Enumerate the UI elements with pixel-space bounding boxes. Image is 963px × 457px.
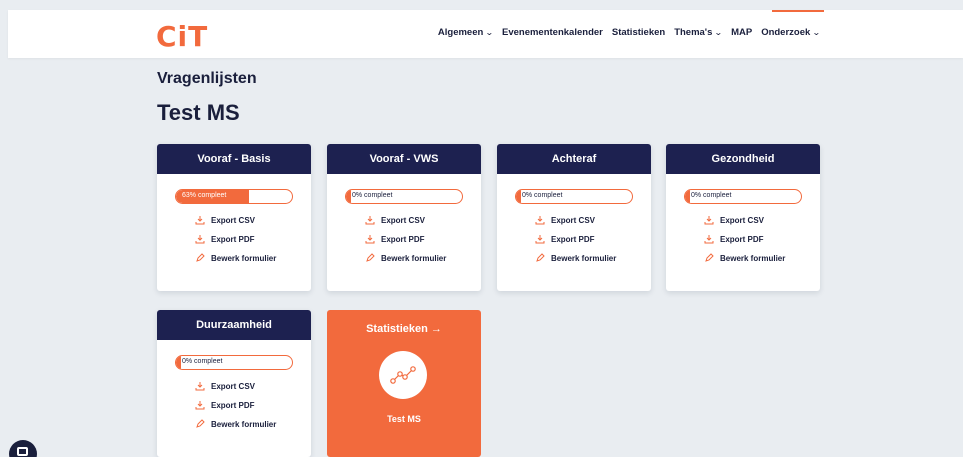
active-nav-indicator xyxy=(772,10,824,12)
nav-item-algemeen[interactable]: Algemeen ⌄ xyxy=(437,27,495,38)
cit-logo[interactable]: CiT xyxy=(156,20,208,53)
chevron-down-icon: ⌄ xyxy=(714,28,724,37)
nav-item-map[interactable]: MAP xyxy=(731,27,752,38)
questionnaire-card: Duurzaamheid 0% compleet Export CSV Expo… xyxy=(157,310,311,457)
nav-item-label: Onderzoek xyxy=(761,27,811,38)
breadcrumb[interactable]: Vragenlijsten xyxy=(157,70,257,88)
edit-form-button[interactable]: Bewerk formulier xyxy=(365,253,481,263)
download-icon xyxy=(195,235,205,244)
edit-form-label: Bewerk formulier xyxy=(211,253,277,263)
export-pdf-button[interactable]: Export PDF xyxy=(195,400,311,410)
card-title: Vooraf - VWS xyxy=(327,144,481,174)
edit-form-button[interactable]: Bewerk formulier xyxy=(704,253,820,263)
export-pdf-button[interactable]: Export PDF xyxy=(535,234,651,244)
chevron-down-icon: ⌄ xyxy=(485,28,495,37)
progress-fill xyxy=(346,190,351,203)
progress-bar: 0% compleet xyxy=(175,355,293,370)
nav-item-label: Algemeen xyxy=(437,27,484,38)
pencil-icon xyxy=(196,419,205,428)
page-title: Test MS xyxy=(157,100,240,125)
edit-form-label: Bewerk formulier xyxy=(211,419,277,429)
main-nav: Algemeen ⌄ Evenementenkalender Statistie… xyxy=(437,27,822,38)
export-csv-label: Export CSV xyxy=(211,381,256,391)
download-icon xyxy=(704,216,714,225)
progress-bar: 63% compleet xyxy=(175,189,293,204)
statistics-link[interactable]: Statistieken → xyxy=(327,323,481,335)
nav-item-label: Thema's xyxy=(674,27,713,38)
edit-form-button[interactable]: Bewerk formulier xyxy=(195,419,311,429)
progress-fill xyxy=(685,190,690,203)
download-icon xyxy=(535,235,545,244)
download-icon xyxy=(704,235,714,244)
card-title: Gezondheid xyxy=(666,144,820,174)
export-csv-label: Export CSV xyxy=(381,215,426,225)
download-icon xyxy=(195,401,205,410)
statistics-card[interactable]: Statistieken → Test MS xyxy=(327,310,481,457)
progress-label: 0% compleet xyxy=(182,358,223,365)
nav-item-onderzoek[interactable]: Onderzoek ⌄ xyxy=(761,27,822,38)
progress-bar: 0% compleet xyxy=(515,189,633,204)
questionnaire-card: Vooraf - VWS 0% compleet Export CSV Expo… xyxy=(327,144,481,291)
export-csv-button[interactable]: Export CSV xyxy=(195,215,311,225)
export-pdf-label: Export PDF xyxy=(551,234,595,244)
export-csv-button[interactable]: Export CSV xyxy=(365,215,481,225)
progress-fill xyxy=(516,190,521,203)
progress-label: 0% compleet xyxy=(352,192,393,199)
download-icon xyxy=(195,382,205,391)
pencil-icon xyxy=(366,253,375,262)
progress-label: 63% compleet xyxy=(182,192,227,199)
statistics-icon-circle xyxy=(379,351,427,399)
chat-widget-button[interactable] xyxy=(9,440,37,457)
nav-item-statistieken[interactable]: Statistieken xyxy=(612,27,665,38)
progress-bar: 0% compleet xyxy=(345,189,463,204)
export-pdf-button[interactable]: Export PDF xyxy=(365,234,481,244)
export-csv-button[interactable]: Export CSV xyxy=(195,381,311,391)
edit-form-button[interactable]: Bewerk formulier xyxy=(195,253,311,263)
download-icon xyxy=(365,216,375,225)
export-csv-button[interactable]: Export CSV xyxy=(704,215,820,225)
edit-form-label: Bewerk formulier xyxy=(720,253,786,263)
card-title: Duurzaamheid xyxy=(157,310,311,340)
export-pdf-button[interactable]: Export PDF xyxy=(704,234,820,244)
export-csv-label: Export CSV xyxy=(211,215,256,225)
export-pdf-label: Export PDF xyxy=(211,400,255,410)
chevron-down-icon: ⌄ xyxy=(812,28,822,37)
pencil-icon xyxy=(196,253,205,262)
nav-item-label: MAP xyxy=(731,27,753,38)
chat-icon xyxy=(17,447,28,456)
progress-fill xyxy=(176,356,181,369)
download-icon xyxy=(195,216,205,225)
questionnaire-card: Gezondheid 0% compleet Export CSV Export… xyxy=(666,144,820,291)
download-icon xyxy=(365,235,375,244)
export-pdf-button[interactable]: Export PDF xyxy=(195,234,311,244)
questionnaire-card: Vooraf - Basis 63% compleet Export CSV E… xyxy=(157,144,311,291)
nav-item-evenementenkalender[interactable]: Evenementenkalender xyxy=(502,27,603,38)
progress-label: 0% compleet xyxy=(691,192,732,199)
statistics-survey-name: Test MS xyxy=(387,414,421,424)
progress-label: 0% compleet xyxy=(522,192,563,199)
card-title: Vooraf - Basis xyxy=(157,144,311,174)
nav-item-label: Statistieken xyxy=(611,27,666,38)
nav-item-themas[interactable]: Thema's ⌄ xyxy=(674,27,724,38)
pencil-icon xyxy=(536,253,545,262)
line-chart-icon xyxy=(390,366,416,384)
export-csv-button[interactable]: Export CSV xyxy=(535,215,651,225)
export-pdf-label: Export PDF xyxy=(381,234,425,244)
export-csv-label: Export CSV xyxy=(551,215,596,225)
questionnaire-card: Achteraf 0% compleet Export CSV Export P… xyxy=(497,144,651,291)
export-pdf-label: Export PDF xyxy=(720,234,764,244)
export-pdf-label: Export PDF xyxy=(211,234,255,244)
top-navigation-bar: CiT Algemeen ⌄ Evenementenkalender Stati… xyxy=(8,10,963,58)
pencil-icon xyxy=(705,253,714,262)
download-icon xyxy=(535,216,545,225)
edit-form-label: Bewerk formulier xyxy=(381,253,447,263)
edit-form-label: Bewerk formulier xyxy=(551,253,617,263)
card-title: Achteraf xyxy=(497,144,651,174)
nav-item-label: Evenementenkalender xyxy=(502,27,603,38)
edit-form-button[interactable]: Bewerk formulier xyxy=(535,253,651,263)
progress-bar: 0% compleet xyxy=(684,189,802,204)
export-csv-label: Export CSV xyxy=(720,215,765,225)
